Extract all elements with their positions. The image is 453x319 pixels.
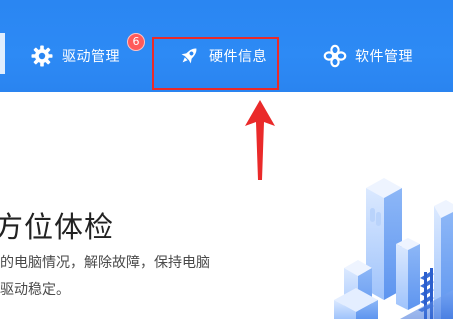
annotation-arrow-icon	[245, 100, 275, 180]
isometric-building-illustration	[334, 178, 453, 319]
tab-software-management[interactable]: 软件管理	[323, 40, 413, 72]
tab-hardware-label: 硬件信息	[209, 49, 267, 65]
tab-driver-management[interactable]: 驱动管理	[30, 40, 120, 72]
flower-icon	[323, 44, 347, 68]
hero-description-line-1: 的电脑情况，解除故障，保持电脑	[0, 255, 210, 271]
hero-title: 方位体检	[0, 210, 115, 244]
update-count-badge: 6	[127, 33, 145, 51]
rocket-icon	[177, 44, 201, 68]
tab-driver-label: 驱动管理	[62, 49, 120, 65]
tab-hardware-info[interactable]: 硬件信息	[177, 40, 267, 72]
previous-tab-edge	[0, 33, 5, 74]
hero-description: 的电脑情况，解除故障，保持电脑 驱动稳定。	[0, 250, 260, 304]
top-navigation-bar: 驱动管理 6 硬件信息 软件管理	[0, 0, 453, 92]
tab-software-label: 软件管理	[355, 49, 413, 65]
hero-description-line-2: 驱动稳定。	[0, 282, 70, 298]
gear-icon	[30, 44, 54, 68]
app-window: 驱动管理 6 硬件信息 软件管理 方位体检 的电脑情况，解除故障，保持电脑 驱动…	[0, 0, 453, 319]
